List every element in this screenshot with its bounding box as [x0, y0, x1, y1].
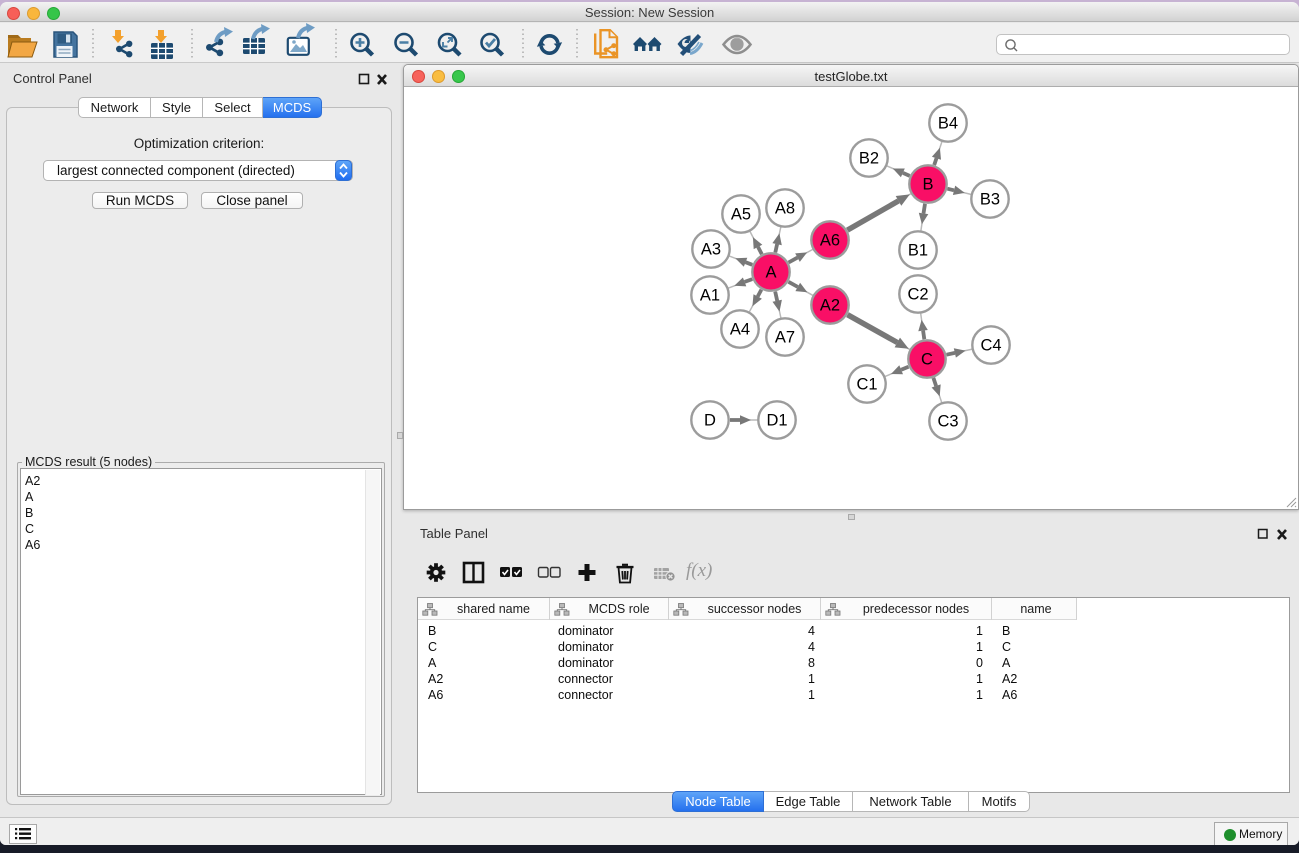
svg-text:A2: A2 [820, 297, 840, 315]
svg-text:B3: B3 [980, 191, 1000, 209]
svg-text:C4: C4 [980, 337, 1001, 355]
svg-text:D1: D1 [766, 412, 787, 430]
svg-text:A7: A7 [775, 329, 795, 347]
svg-text:A6: A6 [820, 232, 840, 250]
svg-text:B1: B1 [908, 242, 928, 260]
svg-text:A1: A1 [700, 287, 720, 305]
svg-text:A5: A5 [731, 206, 751, 224]
svg-text:A8: A8 [775, 200, 795, 218]
svg-text:B2: B2 [859, 150, 879, 168]
svg-text:A3: A3 [701, 241, 721, 259]
svg-text:B: B [922, 176, 933, 194]
svg-text:C3: C3 [937, 413, 958, 431]
svg-text:D: D [704, 412, 716, 430]
svg-text:A: A [765, 264, 776, 282]
svg-text:B4: B4 [938, 115, 958, 133]
svg-text:C: C [921, 351, 933, 369]
svg-text:C1: C1 [856, 376, 877, 394]
svg-text:A4: A4 [730, 321, 750, 339]
svg-text:C2: C2 [907, 286, 928, 304]
